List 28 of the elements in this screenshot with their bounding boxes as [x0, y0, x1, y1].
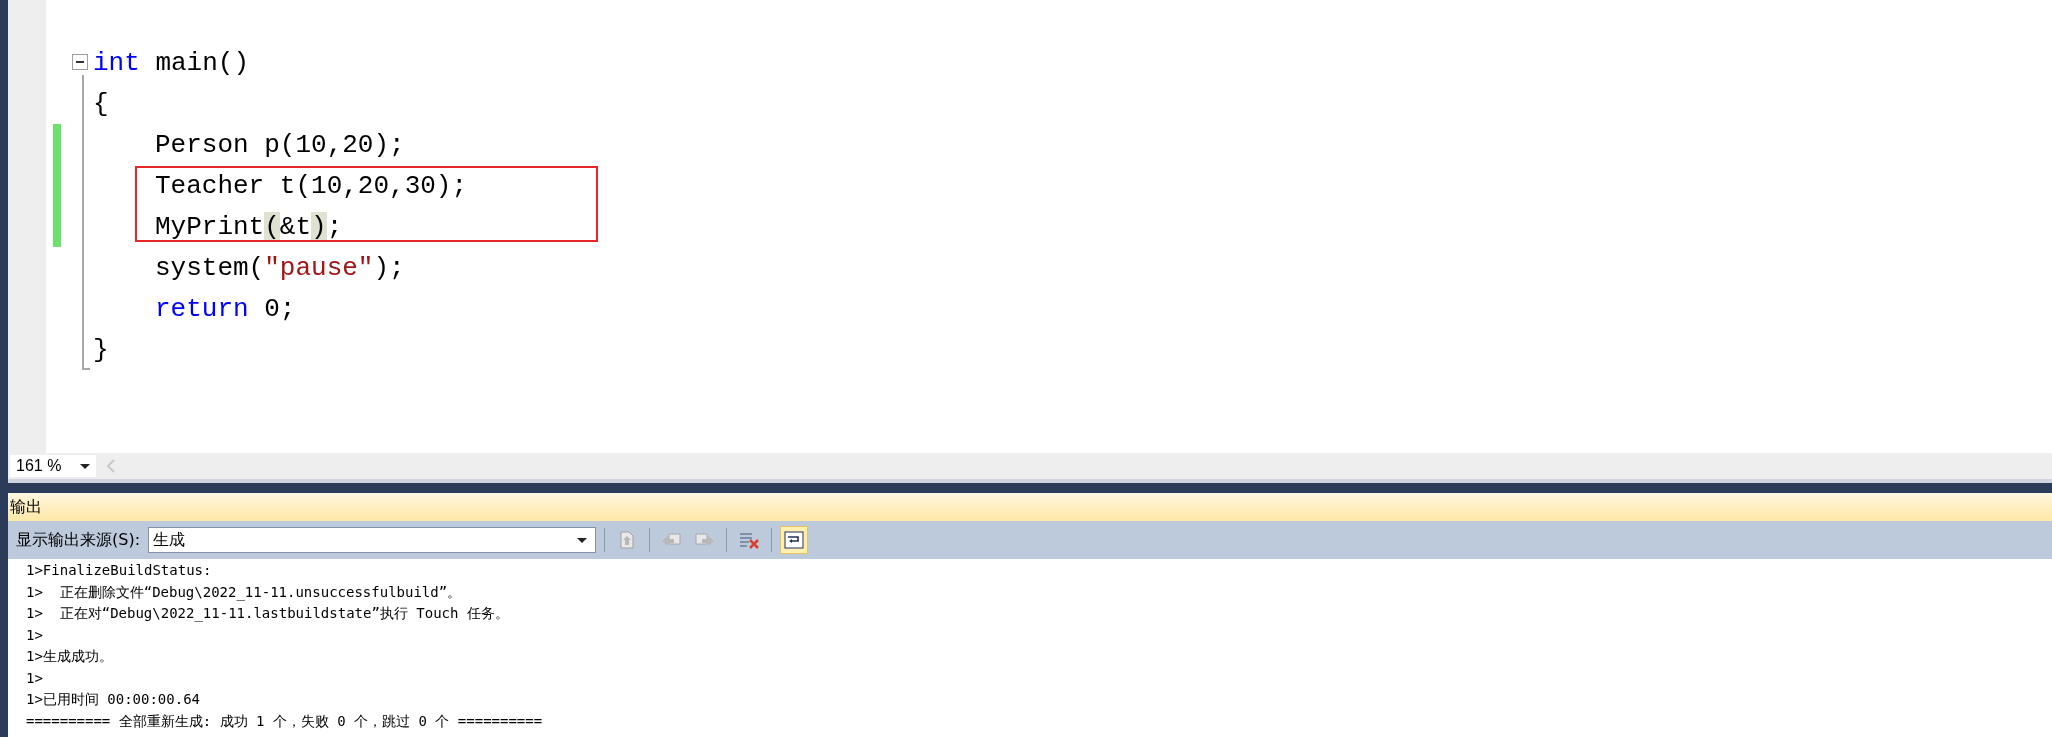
output-line: 1>生成成功。: [26, 647, 114, 666]
code-line: }: [93, 333, 109, 367]
output-line: 1> 正在删除文件“Debug\2022_11-11.unsuccessfulbuild”。: [26, 582, 463, 603]
word-wrap-icon: [784, 531, 805, 549]
collapse-icon[interactable]: [72, 54, 88, 70]
source-label: 显示输出来源(S):: [16, 529, 141, 551]
source-dropdown[interactable]: 生成: [148, 527, 597, 553]
right-arrow-icon: [693, 531, 716, 549]
zoom-dropdown[interactable]: 161 %: [10, 455, 96, 477]
scroll-left-icon[interactable]: [106, 458, 116, 474]
word-wrap-button[interactable]: [780, 526, 809, 554]
code-line: MyPrint(&t);: [154, 210, 343, 244]
output-line: 1>FinalizeBuildStatus:: [26, 561, 213, 580]
clear-icon: [738, 530, 761, 550]
code-line: int main(): [93, 46, 250, 80]
code-line: Teacher t(10,20,30);: [154, 169, 468, 203]
page-arrow-icon: [618, 530, 637, 550]
code-line: Person p(10,20);: [154, 128, 405, 162]
output-line: 1>: [26, 625, 44, 645]
left-arrow-icon: [661, 531, 684, 549]
output-line: 1>已用时间 00:00:00.64: [26, 690, 201, 709]
panel-title: 输出: [8, 493, 2052, 521]
output-line: 1> 正在对“Debug\2022_11-11.lastbuildstate”执行 Touch 任务。: [26, 604, 510, 624]
code-line: system("pause");: [154, 251, 405, 285]
output-line: 1>: [26, 668, 44, 688]
output-line: ========== 全部重新生成: 成功 1 个，失败 0 个，跳过 0 个 ==========: [26, 711, 544, 731]
code-line: {: [93, 87, 109, 121]
code-line: return 0;: [154, 292, 296, 326]
